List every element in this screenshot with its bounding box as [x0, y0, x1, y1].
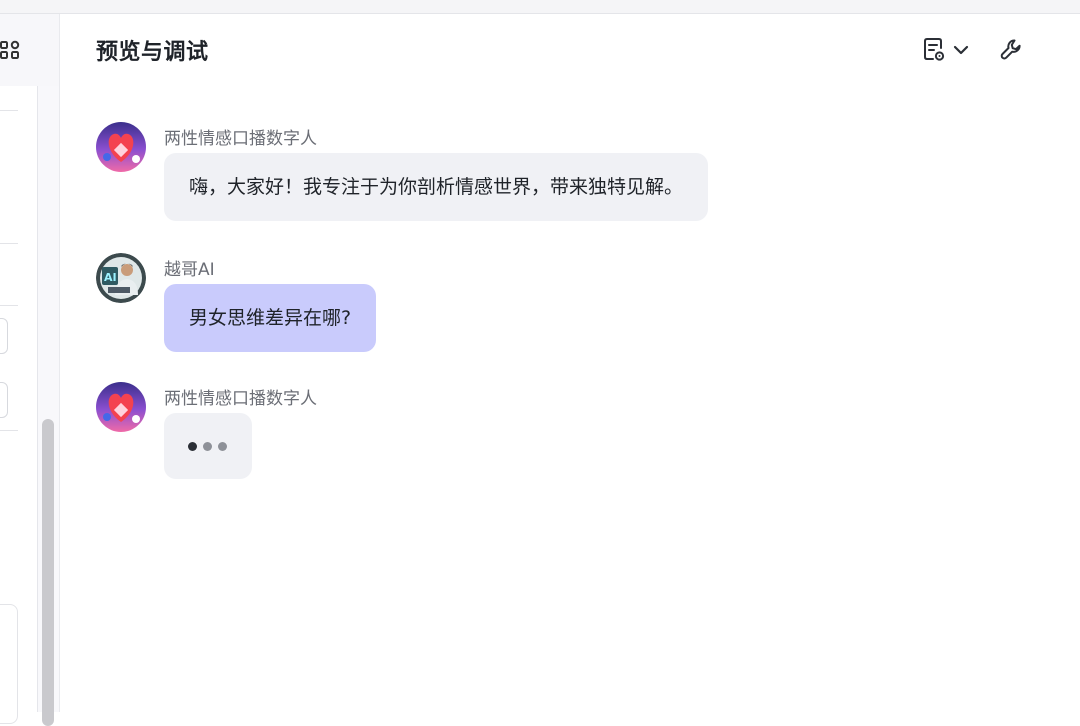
divider [0, 430, 18, 431]
wrench-icon [1000, 39, 1021, 60]
message-bubble: 嗨，大家好！我专注于为你剖析情感世界，带来独特见解。 [164, 153, 709, 221]
config-input[interactable] [0, 318, 8, 354]
typing-dot [203, 442, 212, 451]
svg-text:AI: AI [104, 271, 117, 284]
left-panel-header [0, 14, 59, 86]
heart-avatar-icon[interactable] [96, 122, 146, 172]
document-settings-icon [924, 38, 945, 61]
page-title: 预览与调试 [96, 40, 209, 65]
plugin-settings-button[interactable] [999, 36, 1025, 64]
divider [0, 243, 18, 244]
typing-indicator [164, 413, 252, 479]
debug-options-button[interactable] [922, 36, 970, 64]
typing-dot [218, 442, 227, 451]
left-panel-content [0, 86, 38, 724]
config-card[interactable] [0, 604, 18, 724]
scrollbar[interactable] [42, 419, 54, 726]
heart-avatar-icon[interactable] [96, 382, 146, 432]
divider [0, 305, 18, 306]
sender-name: 越哥AI [164, 260, 215, 280]
top-bar [0, 0, 1080, 14]
chevron-down-icon [953, 45, 969, 55]
message-bubble: 男女思维差异在哪? [164, 284, 377, 352]
config-input[interactable] [0, 382, 8, 418]
left-panel [0, 14, 60, 726]
user-avatar-icon[interactable]: AI [96, 253, 146, 303]
sender-name: 两性情感口播数字人 [164, 129, 317, 149]
sender-name: 两性情感口播数字人 [164, 389, 317, 409]
divider [0, 110, 18, 111]
typing-dot [188, 442, 197, 451]
grid-icon[interactable] [0, 40, 22, 60]
